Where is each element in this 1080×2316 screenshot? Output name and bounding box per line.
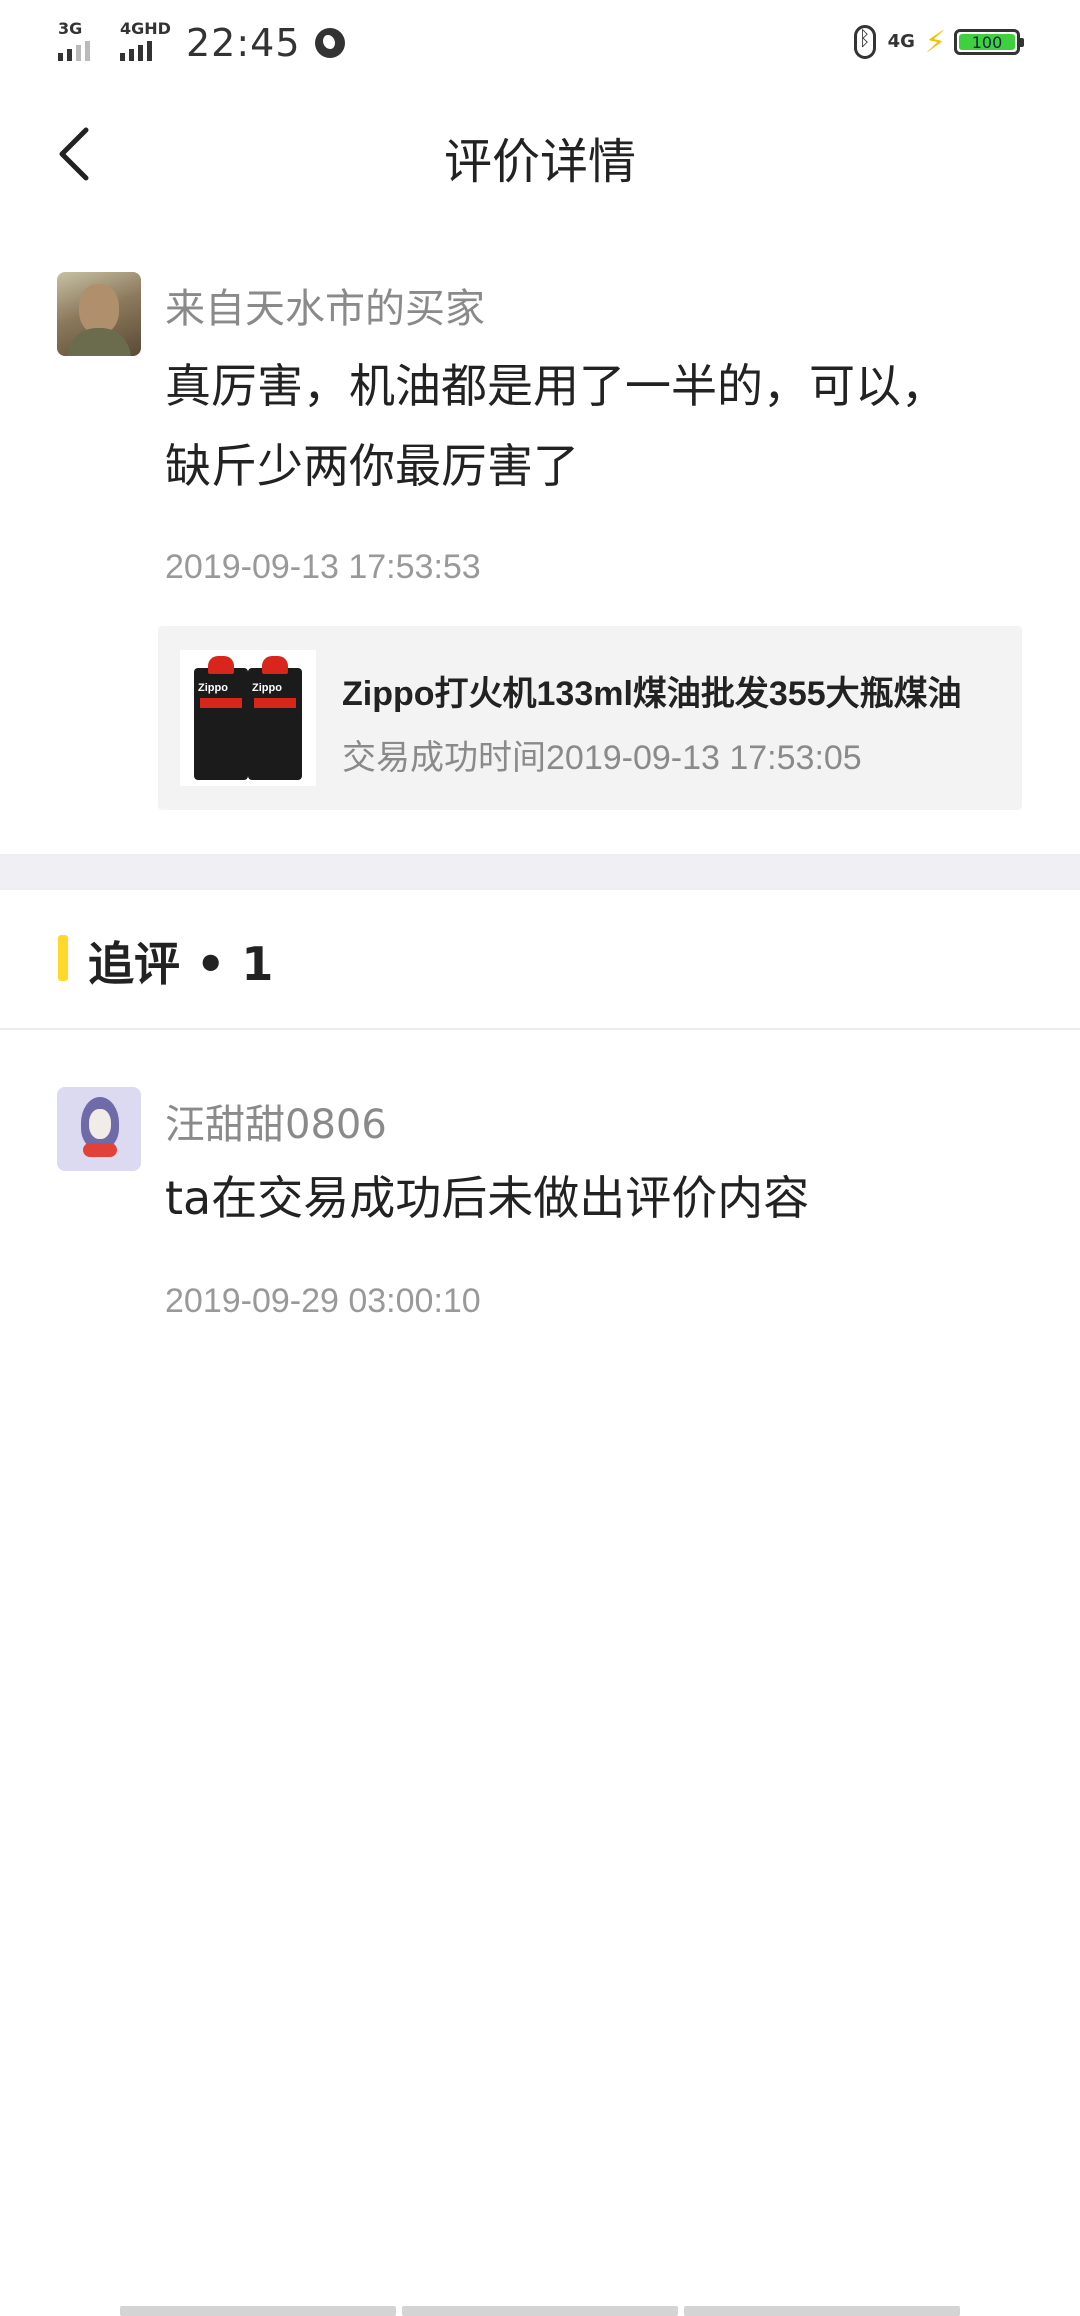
nav-header: 评价详情 [0, 104, 1080, 200]
signal-bars-icon: 3G [58, 21, 106, 65]
followup-author: 汪甜甜0806 [165, 1102, 387, 1148]
gesture-bar [120, 2306, 960, 2316]
battery-level: 100 [959, 33, 1015, 52]
page-title: 评价详情 [443, 134, 636, 190]
clock: 22:45 [186, 21, 301, 65]
status-bar-left: 3G 4GHD 22:45 [58, 18, 345, 68]
section-divider [0, 854, 1080, 890]
review-author: 来自天水市的买家 [165, 286, 485, 332]
followup-title: 追评 • 1 [88, 937, 274, 991]
network-type-2: 4GHD [120, 19, 171, 38]
thumb-brand-2: Zippo [252, 682, 282, 694]
globe-icon [314, 28, 345, 58]
status-bar: 3G 4GHD 22:45 4G ⚡ 100 [0, 0, 1080, 84]
followup-avatar[interactable] [57, 1087, 141, 1171]
charging-bolt-icon: ⚡ [924, 24, 946, 60]
product-trade-time: 交易成功时间2019-09-13 17:53:05 [342, 739, 862, 777]
accent-bar [58, 935, 68, 981]
network-type-1: 3G [58, 19, 83, 38]
followup-text: ta在交易成功后未做出评价内容 [165, 1171, 810, 1225]
followup-timestamp: 2019-09-29 03:00:10 [165, 1282, 481, 1320]
buyer-avatar[interactable] [57, 272, 141, 356]
review-timestamp: 2019-09-13 17:53:53 [165, 548, 481, 586]
battery-icon: 100 [954, 29, 1024, 55]
review-text-line-1: 真厉害，机油都是用了一半的，可以， [165, 359, 947, 413]
followup-section-header: 追评 • 1 [0, 890, 1080, 1030]
product-thumbnail: Zippo Zippo [180, 650, 316, 786]
network-type-3: 4G [887, 31, 915, 52]
bluetooth-icon [853, 25, 876, 59]
status-bar-right: 4G ⚡ 100 [853, 20, 1024, 64]
thumb-brand-1: Zippo [198, 682, 228, 694]
product-name: Zippo打火机133ml煤油批发355大瓶煤油 [342, 675, 962, 713]
product-card[interactable]: Zippo Zippo Zippo打火机133ml煤油批发355大瓶煤油 交易成… [158, 626, 1022, 810]
review-text-line-2: 缺斤少两你最厉害了 [165, 439, 579, 493]
signal-bars-icon: 4GHD [120, 19, 171, 65]
